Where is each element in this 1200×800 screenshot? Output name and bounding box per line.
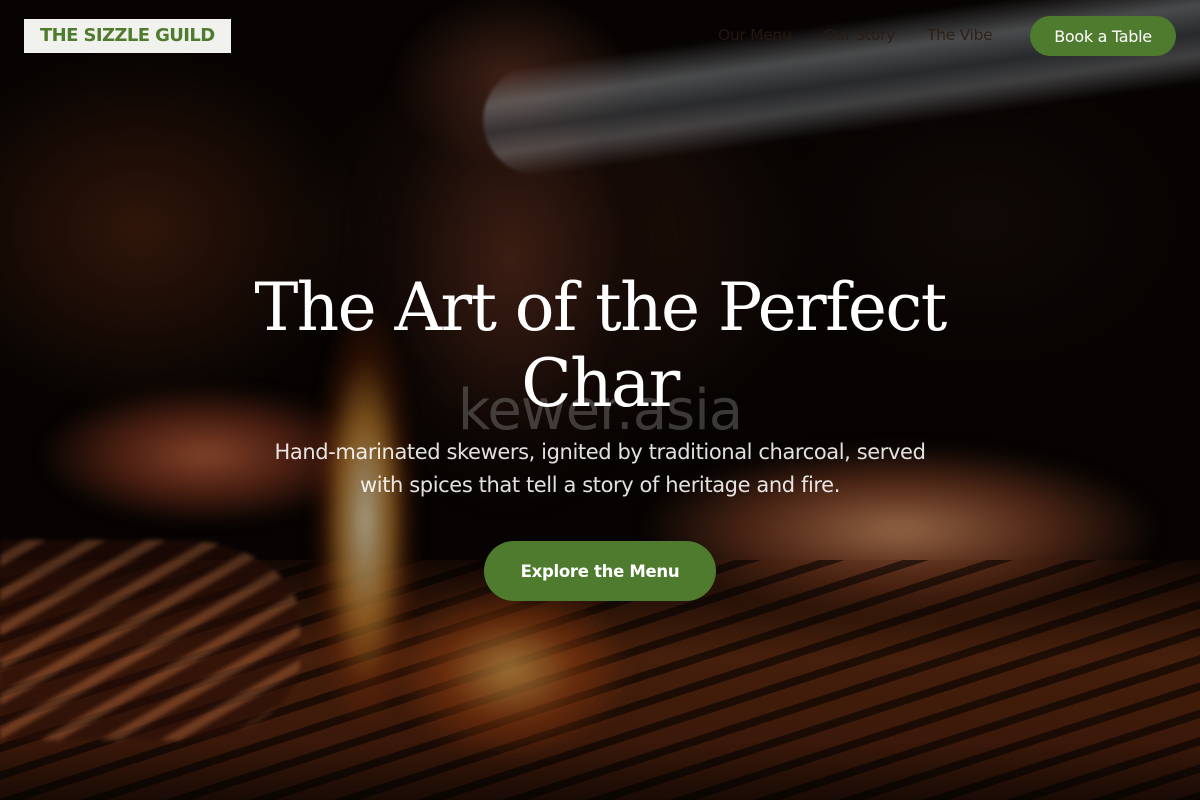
main-nav: Our Menu Our Story The Vibe xyxy=(718,26,993,44)
hero-section: The Art of the Perfect Char Hand-marinat… xyxy=(0,270,1200,601)
nav-link-our-story[interactable]: Our Story xyxy=(823,26,895,44)
site-header: THE SIZZLE GUILD Our Menu Our Story The … xyxy=(0,0,1200,72)
hero-title: The Art of the Perfect Char xyxy=(254,269,947,422)
nav-link-our-menu[interactable]: Our Menu xyxy=(718,26,792,44)
hero-subtitle: Hand-marinated skewers, ignited by tradi… xyxy=(274,440,926,497)
brand-logo[interactable]: THE SIZZLE GUILD xyxy=(24,19,231,53)
explore-menu-button[interactable]: Explore the Menu xyxy=(484,541,716,601)
nav-link-the-vibe[interactable]: The Vibe xyxy=(927,26,993,44)
book-table-button[interactable]: Book a Table xyxy=(1030,16,1176,56)
